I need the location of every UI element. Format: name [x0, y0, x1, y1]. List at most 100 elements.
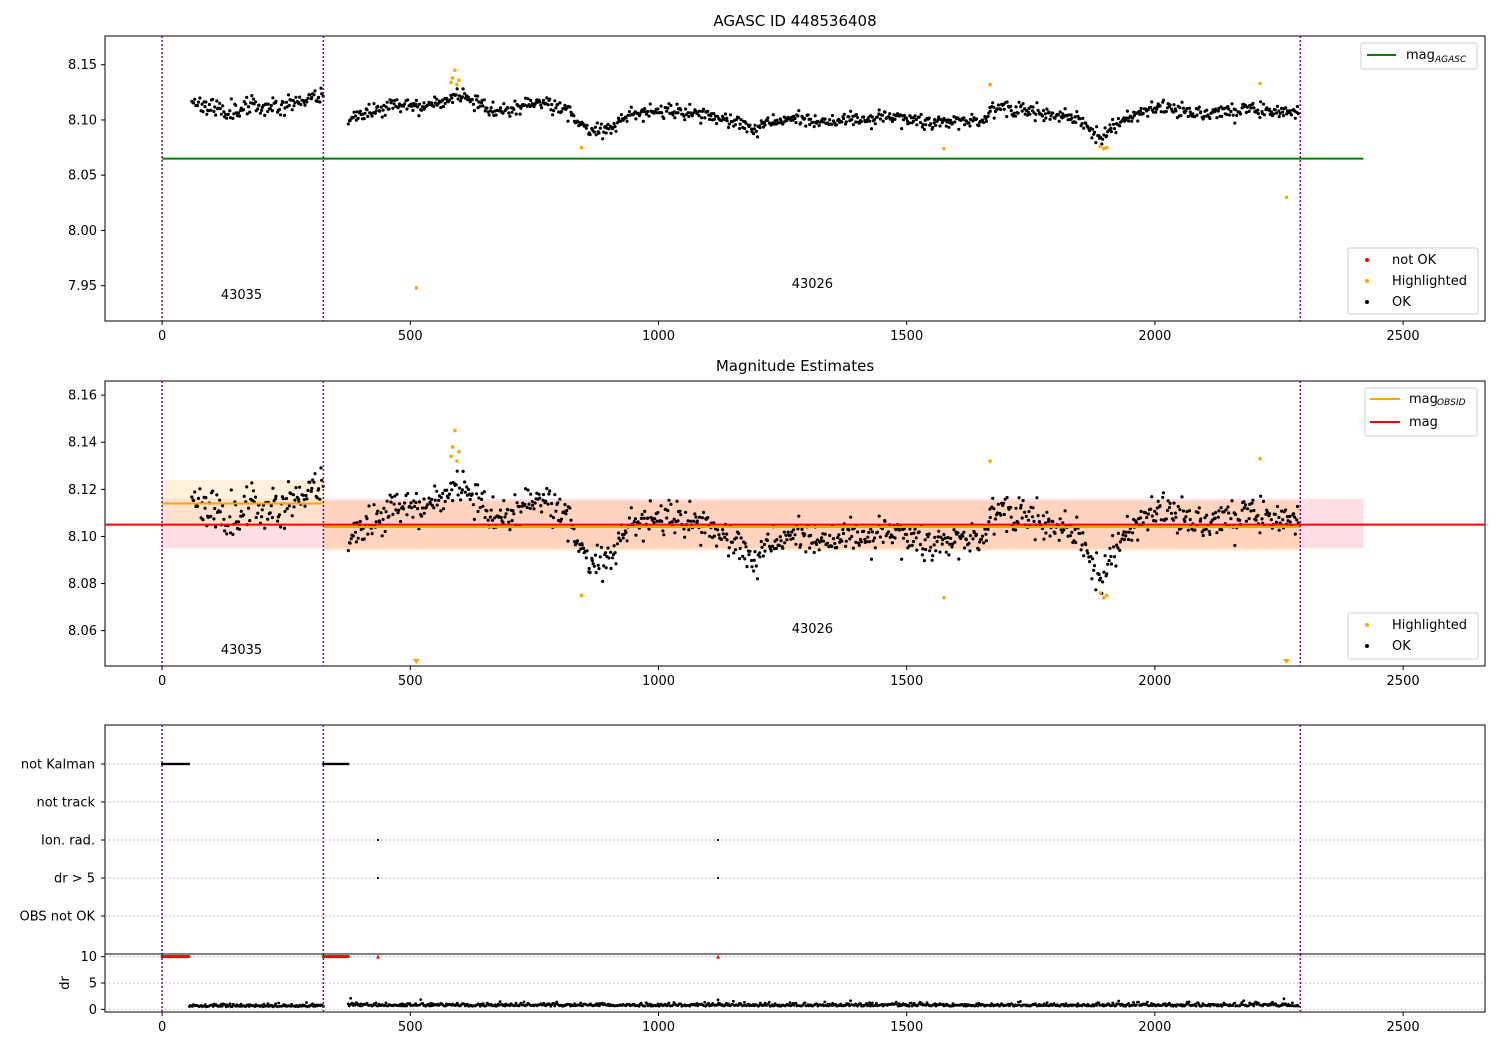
data-point — [1136, 538, 1140, 542]
data-point — [700, 530, 704, 535]
data-point — [237, 527, 242, 531]
data-point — [276, 519, 280, 523]
dr-point — [643, 1004, 647, 1008]
data-point — [786, 530, 790, 534]
x-tick-label: 1500 — [890, 329, 923, 344]
data-point — [977, 548, 981, 552]
dr-point — [1117, 999, 1121, 1003]
data-point — [986, 527, 990, 532]
data-point — [1112, 127, 1117, 131]
data-point — [251, 97, 256, 101]
data-point — [470, 492, 474, 496]
data-point — [627, 516, 632, 520]
data-point — [358, 519, 362, 524]
y-tick-label: 5 — [89, 977, 97, 992]
data-point — [441, 507, 446, 511]
data-point — [506, 106, 510, 110]
data-point — [830, 113, 835, 118]
data-point — [601, 137, 605, 141]
data-point — [629, 105, 633, 109]
data-point — [223, 529, 227, 533]
highlighted-point — [453, 428, 457, 433]
data-point — [279, 525, 283, 529]
data-point — [1205, 108, 1209, 112]
data-point — [948, 542, 952, 546]
data-point — [708, 534, 712, 538]
data-point — [545, 486, 549, 491]
agasc-panel-title: AGASC ID 448536408 — [713, 12, 876, 30]
data-point — [539, 103, 543, 107]
data-point — [1199, 110, 1203, 114]
x-tick-label: 1000 — [642, 674, 675, 689]
data-point — [854, 113, 858, 117]
data-point — [938, 550, 942, 554]
data-point — [365, 108, 369, 112]
data-point — [782, 530, 786, 534]
data-point — [1227, 113, 1232, 117]
data-point — [967, 541, 971, 546]
data-point — [435, 97, 439, 101]
data-point — [422, 497, 426, 501]
data-point — [1193, 528, 1197, 532]
data-point — [1154, 519, 1158, 523]
data-point — [877, 514, 881, 518]
data-point — [581, 546, 586, 551]
data-point — [439, 495, 443, 500]
data-point — [1146, 512, 1150, 516]
data-point — [374, 109, 378, 113]
data-point — [455, 87, 459, 91]
data-point — [1061, 112, 1065, 116]
data-point — [256, 107, 260, 111]
data-point — [931, 554, 935, 558]
data-point — [1288, 520, 1292, 524]
data-point — [559, 110, 564, 114]
data-point — [956, 531, 960, 535]
flag-row-label: Ion. rad. — [41, 834, 95, 849]
data-point — [952, 528, 956, 532]
data-point — [1017, 496, 1021, 500]
data-point — [294, 486, 298, 490]
data-point — [1196, 510, 1200, 515]
data-point — [806, 113, 810, 117]
data-point — [1175, 531, 1179, 535]
dr-point — [788, 1001, 792, 1004]
highlighted-point — [1101, 595, 1106, 600]
data-point — [613, 551, 617, 555]
data-point — [1079, 548, 1083, 552]
data-point — [494, 113, 498, 117]
data-point — [811, 541, 815, 545]
data-point — [1092, 568, 1096, 573]
magnitude-panel-title: Magnitude Estimates — [716, 357, 874, 375]
data-point — [245, 95, 249, 99]
data-point — [533, 501, 537, 505]
data-point — [1042, 119, 1046, 123]
dr-point — [274, 1002, 278, 1006]
data-point — [564, 512, 568, 516]
y-tick-label: 7.95 — [68, 279, 97, 294]
data-point — [376, 104, 380, 108]
data-point — [251, 489, 256, 493]
data-point — [196, 496, 201, 500]
y-tick-label: 8.10 — [68, 113, 97, 128]
data-point — [738, 122, 742, 126]
data-point — [817, 124, 821, 128]
data-point — [809, 533, 813, 538]
data-point — [799, 543, 803, 547]
data-point — [1144, 511, 1148, 515]
data-point — [1293, 532, 1297, 536]
data-point — [1001, 501, 1006, 505]
data-point — [669, 103, 673, 108]
data-point — [513, 493, 517, 497]
data-point — [414, 102, 418, 106]
data-point — [411, 515, 415, 519]
data-point — [218, 107, 222, 111]
data-point — [1259, 494, 1263, 498]
data-point — [812, 125, 816, 129]
data-point — [949, 118, 953, 122]
data-point — [580, 543, 584, 547]
data-point — [395, 98, 399, 102]
data-point — [281, 100, 285, 104]
data-point — [422, 101, 426, 105]
data-point — [599, 122, 604, 126]
data-point — [1201, 533, 1205, 538]
